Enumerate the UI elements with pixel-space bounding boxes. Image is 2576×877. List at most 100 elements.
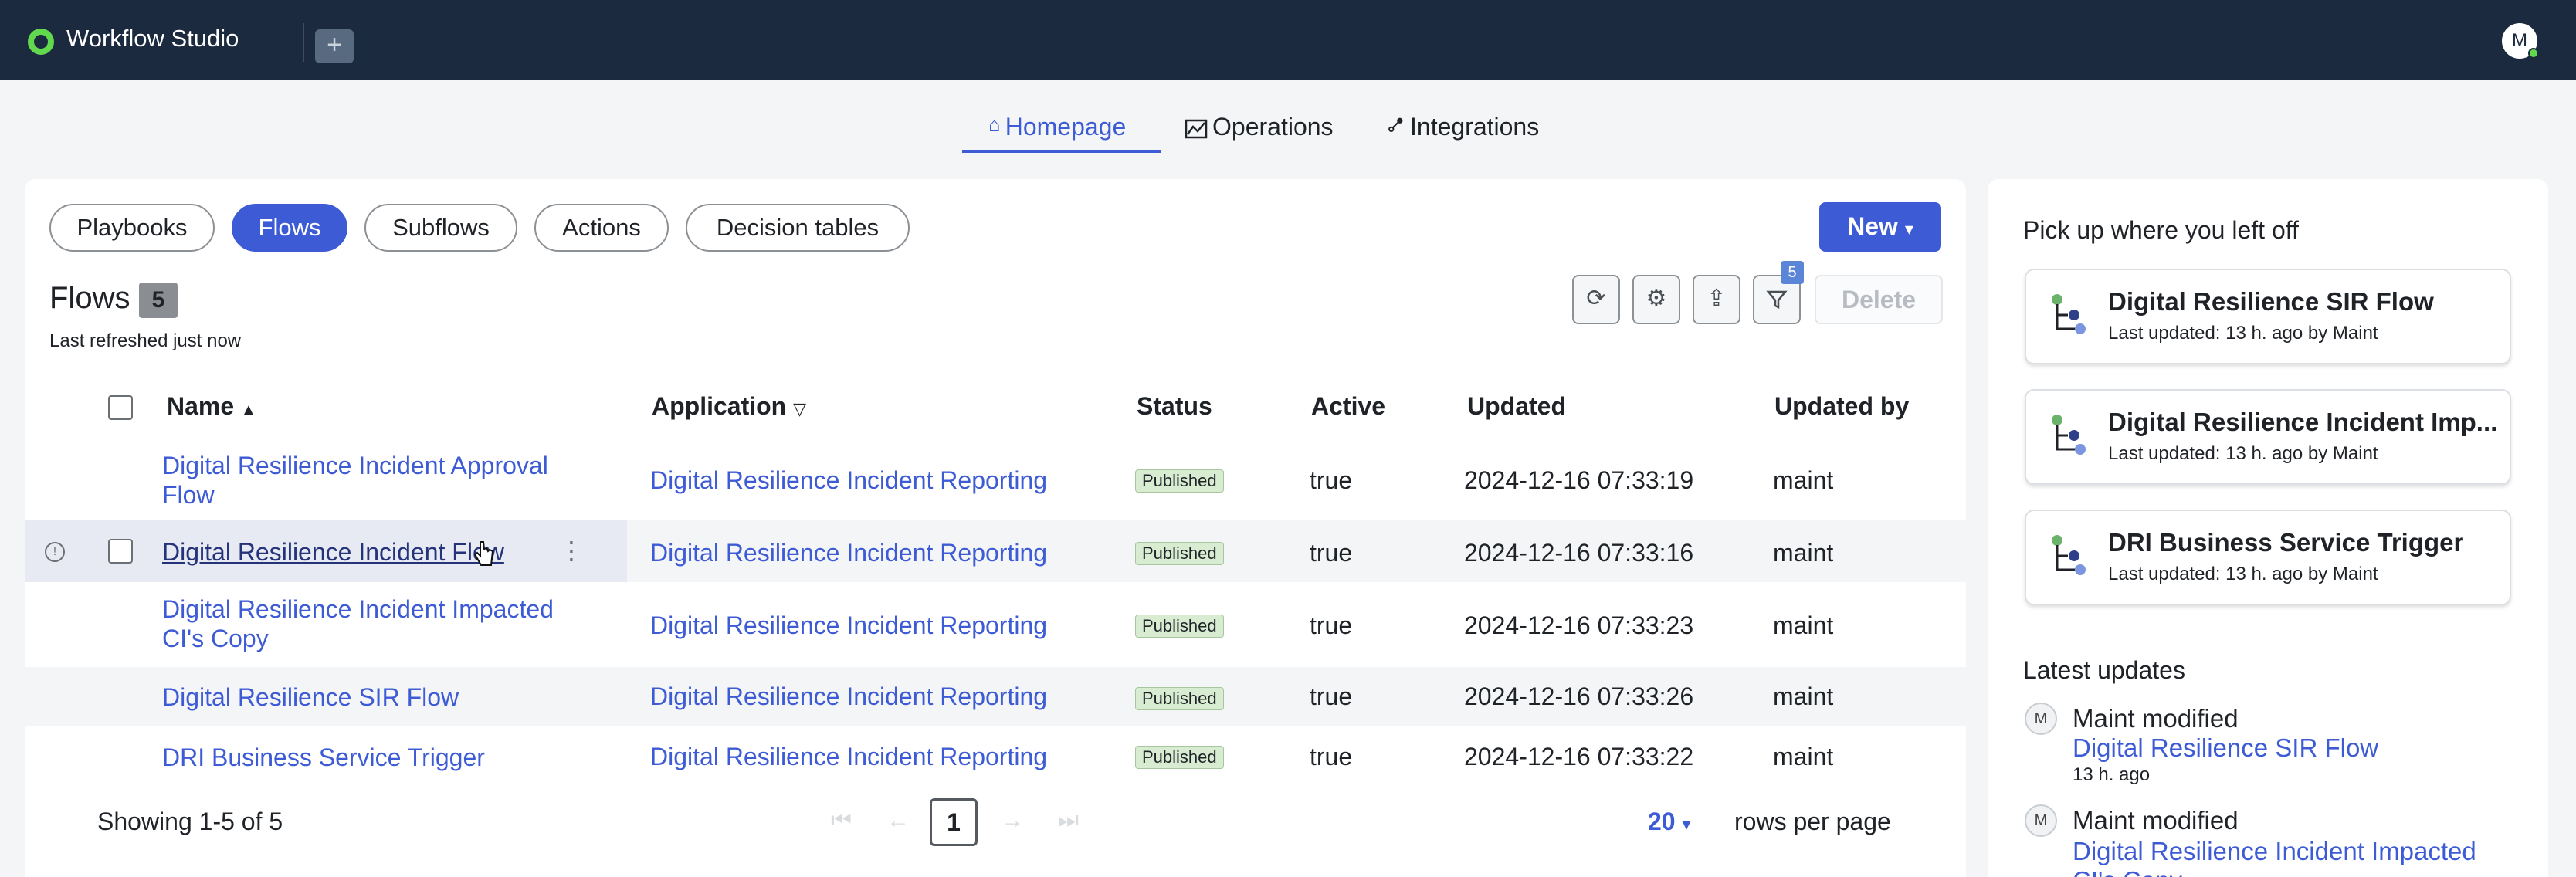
flow-icon (2052, 535, 2086, 575)
link-icon: ⊶ (1379, 109, 1411, 140)
update-avatar: M (2025, 703, 2057, 735)
column-header-status[interactable]: Status (1137, 392, 1212, 421)
updated-value: 2024-12-16 07:33:19 (1464, 466, 1694, 494)
updated-value: 2024-12-16 07:33:16 (1464, 539, 1694, 567)
recent-flow-updated: Last updated: 13 h. ago by Maint (2108, 323, 2378, 344)
home-icon: ⌂ (988, 113, 1001, 136)
column-header-active[interactable]: Active (1311, 392, 1385, 421)
sort-asc-icon: ▲ (241, 401, 256, 418)
updated-by-value: maint (1773, 682, 1834, 710)
application-link[interactable]: Digital Resilience Incident Reporting (650, 743, 1047, 771)
new-button[interactable]: New ▾ (1819, 202, 1941, 252)
updated-by-value: maint (1773, 611, 1834, 639)
update-avatar: M (2025, 804, 2057, 837)
recent-flow-card[interactable]: DRI Business Service Trigger Last update… (2025, 510, 2511, 605)
recent-flow-card[interactable]: Digital Resilience SIR Flow Last updated… (2025, 269, 2511, 364)
active-value: true (1310, 466, 1353, 494)
tab-homepage-label: Homepage (1005, 113, 1127, 141)
updated-value: 2024-12-16 07:33:22 (1464, 743, 1694, 770)
update-flow-link[interactable]: Digital Resilience Incident Impacted (2073, 837, 2476, 866)
tab-operations[interactable]: Operations (1185, 113, 1334, 153)
column-header-application[interactable]: Application ▽ (652, 392, 806, 421)
caret-down-icon: ▾ (1904, 219, 1913, 239)
app-logo-icon (28, 29, 54, 55)
filter-pill-decision-tables[interactable]: Decision tables (686, 204, 910, 252)
recent-flow-title: Digital Resilience Incident Imp... (2108, 408, 2498, 436)
update-flow-link[interactable]: Digital Resilience SIR Flow (2073, 733, 2378, 763)
first-page-icon[interactable]: ⏮ (831, 808, 852, 834)
showing-count: Showing 1-5 of 5 (97, 808, 283, 835)
list-count-badge: 5 (139, 283, 178, 318)
add-tab-button[interactable]: + (315, 29, 354, 63)
column-header-updated[interactable]: Updated (1467, 392, 1566, 421)
online-status-dot (2528, 48, 2539, 59)
filter-pill-subflows[interactable]: Subflows (364, 204, 517, 252)
active-value: true (1310, 539, 1353, 567)
row-checkbox[interactable] (108, 539, 133, 564)
row-info-icon[interactable]: ! (45, 542, 65, 562)
column-header-name-label: Name (167, 392, 235, 420)
status-badge: Published (1135, 542, 1224, 565)
refresh-button[interactable]: ⟳ (1572, 275, 1620, 324)
filter-pill-actions[interactable]: Actions (534, 204, 669, 252)
flow-name-link[interactable]: Digital Resilience Incident Flow (162, 537, 595, 567)
caret-down-icon: ▾ (1682, 814, 1691, 834)
active-value: true (1310, 611, 1353, 639)
latest-updates-heading: Latest updates (2023, 656, 2185, 684)
status-badge: Published (1135, 615, 1224, 638)
rows-per-page-select[interactable]: 20 ▾ (1648, 808, 1691, 836)
status-badge: Published (1135, 687, 1224, 710)
gear-icon: ⚙ (1646, 286, 1667, 311)
tab-integrations[interactable]: ⊶ Integrations (1380, 109, 1540, 153)
new-button-label: New (1847, 212, 1898, 240)
row-menu-icon[interactable]: ⋮ (559, 536, 584, 565)
pickup-heading: Pick up where you left off (2023, 216, 2299, 244)
update-time: 13 h. ago (2073, 764, 2151, 785)
column-header-updated-by[interactable]: Updated by (1774, 392, 1909, 421)
active-tab-underline (962, 150, 1161, 153)
application-link[interactable]: Digital Resilience Incident Reporting (650, 539, 1047, 567)
tab-homepage[interactable]: ⌂ Homepage (988, 113, 1126, 153)
chart-icon (1185, 119, 1208, 139)
recent-flow-card[interactable]: Digital Resilience Incident Imp... Last … (2025, 389, 2511, 485)
tab-integrations-label: Integrations (1410, 113, 1540, 141)
filter-pill-flows[interactable]: Flows (232, 204, 347, 252)
filter-pill-playbooks[interactable]: Playbooks (49, 204, 215, 252)
app-title: Workflow Studio (66, 25, 239, 52)
updated-by-value: maint (1773, 539, 1834, 567)
recent-flow-updated: Last updated: 13 h. ago by Maint (2108, 443, 2378, 464)
list-title: Flows (49, 281, 130, 315)
flow-name-link[interactable]: DRI Business Service Trigger (162, 743, 595, 772)
application-link[interactable]: Digital Resilience Incident Reporting (650, 682, 1047, 711)
delete-button[interactable]: Delete (1815, 275, 1943, 324)
updated-value: 2024-12-16 07:33:23 (1464, 611, 1694, 639)
update-author: Maint modified (2073, 806, 2239, 835)
settings-button[interactable]: ⚙ (1632, 275, 1680, 324)
flow-name-link[interactable]: Digital Resilience SIR Flow (162, 682, 595, 712)
application-link[interactable]: Digital Resilience Incident Reporting (650, 611, 1047, 640)
flow-name-link[interactable]: Digital Resilience Incident Approval Flo… (162, 451, 595, 510)
application-link[interactable]: Digital Resilience Incident Reporting (650, 466, 1047, 495)
active-value: true (1310, 743, 1353, 770)
rows-per-page-label: rows per page (1734, 808, 1891, 835)
page-number-button[interactable]: 1 (930, 798, 978, 846)
top-bar (0, 0, 2576, 80)
flow-name-link[interactable]: Digital Resilience Incident Impacted CI'… (162, 594, 595, 653)
last-page-icon[interactable]: ⏭ (1058, 808, 1079, 834)
top-divider (303, 23, 304, 62)
active-value: true (1310, 682, 1353, 710)
status-badge: Published (1135, 746, 1224, 769)
tab-operations-label: Operations (1212, 113, 1334, 141)
prev-page-icon[interactable]: ← (886, 808, 910, 834)
update-author: Maint modified (2073, 704, 2239, 733)
last-refreshed-text: Last refreshed just now (49, 330, 242, 351)
export-icon: ⇪ (1707, 286, 1727, 311)
update-flow-link-continued[interactable]: CI's Copy (2073, 866, 2182, 877)
recent-flow-updated: Last updated: 13 h. ago by Maint (2108, 564, 2378, 584)
column-header-name[interactable]: Name ▲ (167, 392, 256, 421)
export-button[interactable]: ⇪ (1693, 275, 1740, 324)
filter-small-icon: ▽ (793, 399, 807, 418)
next-page-icon[interactable]: → (1001, 808, 1024, 834)
select-all-checkbox[interactable] (108, 395, 133, 420)
filter-count-badge: 5 (1781, 261, 1804, 284)
